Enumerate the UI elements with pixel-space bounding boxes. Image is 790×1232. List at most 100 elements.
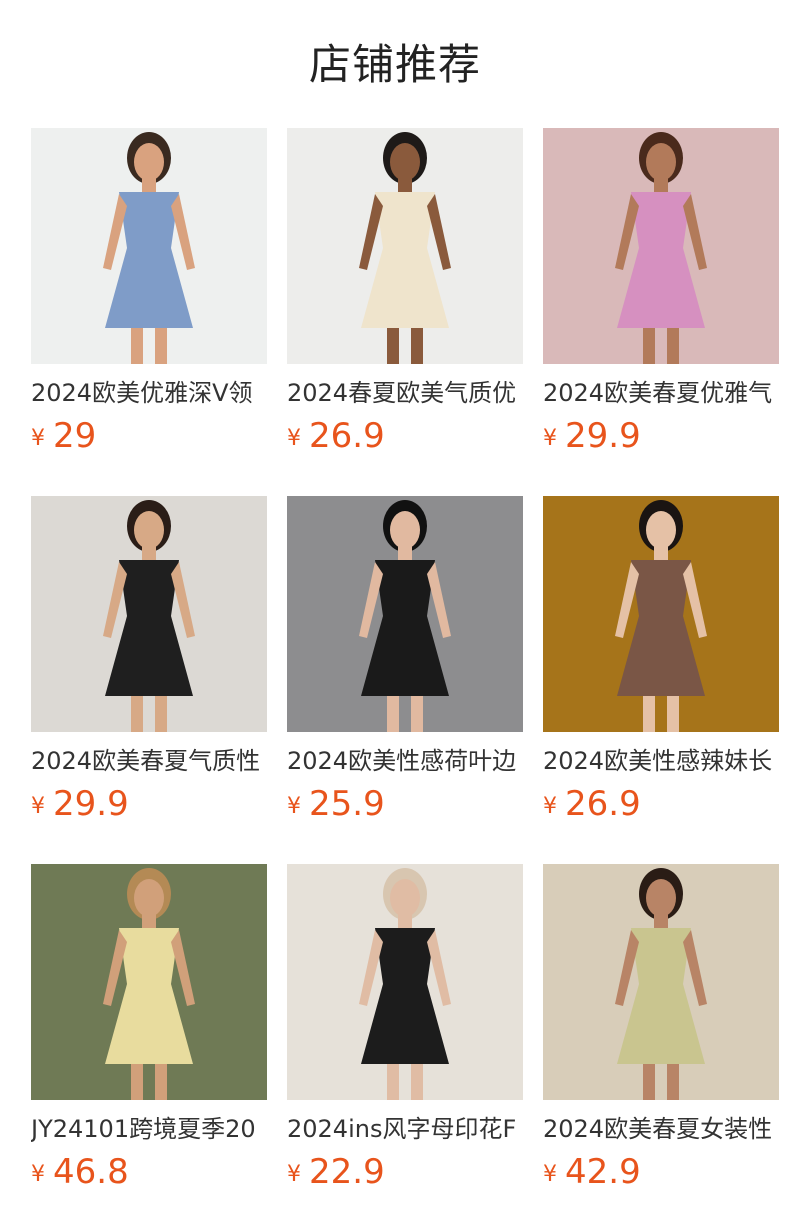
model-photo [31,864,267,1100]
product-image[interactable] [287,496,523,732]
product-name[interactable]: 2024欧美性感辣妹长 [543,746,779,776]
model-photo [543,496,779,732]
model-face [390,879,420,917]
model-left-leg [131,696,143,732]
model-neck [654,914,668,928]
model-face [390,143,420,181]
model-neck [398,546,412,560]
currency-symbol: ¥ [31,426,45,451]
product-image[interactable] [287,864,523,1100]
model-right-leg [667,696,679,732]
model-face [390,511,420,549]
product-image[interactable] [543,128,779,364]
product-price: ¥29 [31,416,267,462]
model-photo [543,864,779,1100]
product-price: ¥29.9 [543,416,779,462]
model-face [134,879,164,917]
model-neck [654,546,668,560]
model-left-leg [131,1064,143,1100]
product-card-9[interactable]: 2024欧美春夏女装性 ¥42.9 [543,864,779,1192]
currency-symbol: ¥ [31,1162,45,1187]
model-photo [287,496,523,732]
model-left-leg [131,328,143,364]
price-value: 29.9 [53,784,129,824]
currency-symbol: ¥ [287,794,301,819]
section-title: 店铺推荐 [308,40,481,89]
product-name[interactable]: 2024春夏欧美气质优 [287,378,523,408]
product-name[interactable]: 2024欧美优雅深V领 [31,378,267,408]
product-image[interactable] [31,496,267,732]
price-value: 42.9 [565,1152,641,1192]
model-right-leg [411,696,423,732]
model-right-leg [155,696,167,732]
product-image[interactable] [31,128,267,364]
product-image[interactable] [543,496,779,732]
product-image[interactable] [31,864,267,1100]
currency-symbol: ¥ [31,794,45,819]
model-right-leg [667,1064,679,1100]
currency-symbol: ¥ [287,1162,301,1187]
model-neck [654,178,668,192]
model-right-leg [667,328,679,364]
product-card-6[interactable]: 2024欧美性感辣妹长 ¥26.9 [543,496,779,824]
product-card-8[interactable]: 2024ins风字母印花F ¥22.9 [287,864,523,1192]
product-card-5[interactable]: 2024欧美性感荷叶边 ¥25.9 [287,496,523,824]
price-value: 29.9 [565,416,641,456]
model-face [646,879,676,917]
product-price: ¥26.9 [287,416,523,462]
price-value: 29 [53,416,97,456]
product-name[interactable]: 2024欧美性感荷叶边 [287,746,523,776]
model-neck [142,178,156,192]
product-name[interactable]: 2024欧美春夏优雅气 [543,378,779,408]
model-photo [543,128,779,364]
currency-symbol: ¥ [543,794,557,819]
shop-recommendations: 店铺推荐 2024欧美优雅深V领 ¥29 2024春夏欧美气质优 ¥26.9 2… [0,0,790,1232]
model-neck [398,178,412,192]
price-value: 26.9 [309,416,385,456]
model-right-leg [411,328,423,364]
price-value: 26.9 [565,784,641,824]
price-value: 22.9 [309,1152,385,1192]
product-name[interactable]: 2024欧美春夏气质性 [31,746,267,776]
price-value: 46.8 [53,1152,129,1192]
product-price: ¥46.8 [31,1152,267,1198]
model-face [134,511,164,549]
model-photo [31,128,267,364]
product-card-7[interactable]: JY24101跨境夏季20 ¥46.8 [31,864,267,1192]
product-card-4[interactable]: 2024欧美春夏气质性 ¥29.9 [31,496,267,824]
model-neck [398,914,412,928]
model-photo [31,496,267,732]
model-photo [287,128,523,364]
product-price: ¥29.9 [31,784,267,830]
product-name[interactable]: JY24101跨境夏季20 [31,1114,267,1144]
model-left-leg [387,328,399,364]
product-card-1[interactable]: 2024欧美优雅深V领 ¥29 [31,128,267,456]
model-face [646,143,676,181]
model-right-leg [411,1064,423,1100]
product-price: ¥22.9 [287,1152,523,1198]
model-photo [287,864,523,1100]
model-left-leg [387,1064,399,1100]
product-grid: 2024欧美优雅深V领 ¥29 2024春夏欧美气质优 ¥26.9 2024欧美… [31,128,779,1192]
model-left-leg [643,1064,655,1100]
currency-symbol: ¥ [287,426,301,451]
product-name[interactable]: 2024欧美春夏女装性 [543,1114,779,1144]
product-image[interactable] [287,128,523,364]
product-price: ¥42.9 [543,1152,779,1198]
model-neck [142,914,156,928]
model-left-leg [387,696,399,732]
currency-symbol: ¥ [543,1162,557,1187]
model-left-leg [643,696,655,732]
model-right-leg [155,1064,167,1100]
model-left-leg [643,328,655,364]
product-name[interactable]: 2024ins风字母印花F [287,1114,523,1144]
product-card-2[interactable]: 2024春夏欧美气质优 ¥26.9 [287,128,523,456]
price-value: 25.9 [309,784,385,824]
model-neck [142,546,156,560]
model-face [134,143,164,181]
model-right-leg [155,328,167,364]
currency-symbol: ¥ [543,426,557,451]
product-image[interactable] [543,864,779,1100]
product-price: ¥25.9 [287,784,523,830]
product-card-3[interactable]: 2024欧美春夏优雅气 ¥29.9 [543,128,779,456]
